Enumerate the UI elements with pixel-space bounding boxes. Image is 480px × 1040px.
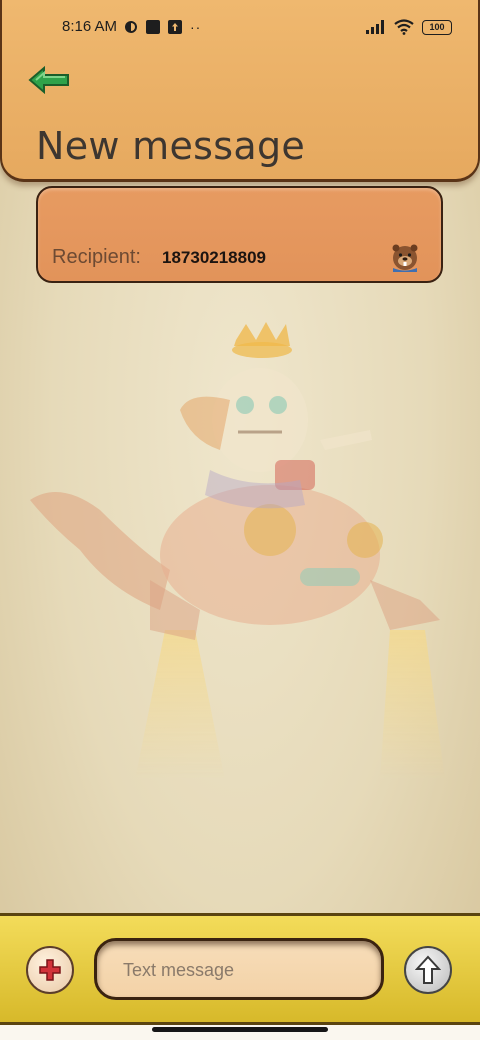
beaver-avatar-icon[interactable] <box>390 240 420 272</box>
recipient-card[interactable]: Recipient: 18730218809 <box>36 186 443 283</box>
app-notification-icon <box>146 20 160 34</box>
arrow-up-icon <box>415 955 441 984</box>
send-button[interactable] <box>404 946 452 994</box>
status-bar: 8:16 AM ·· 100 <box>2 14 480 42</box>
system-status: 100 <box>366 19 452 35</box>
signal-icon <box>366 20 384 34</box>
message-placeholder: Text message <box>123 960 235 980</box>
status-time: 8:16 AM <box>62 18 118 35</box>
plus-icon <box>39 959 61 981</box>
wifi-icon <box>394 19 414 35</box>
compose-bar: Text message <box>0 913 480 1025</box>
notification-icons: ·· <box>124 19 201 35</box>
background-mascot-art <box>30 322 445 780</box>
back-arrow-icon[interactable] <box>28 64 70 96</box>
more-icon: ·· <box>190 19 202 35</box>
add-attachment-button[interactable] <box>26 946 74 994</box>
home-indicator[interactable] <box>152 1027 328 1032</box>
vpn-icon <box>125 21 137 33</box>
recipient-number[interactable]: 18730218809 <box>162 248 266 268</box>
header: 8:16 AM ·· 100 New message <box>0 0 480 182</box>
upload-icon <box>168 20 182 34</box>
recipient-label: Recipient: <box>52 246 141 268</box>
message-input[interactable]: Text message <box>94 938 384 1000</box>
battery-icon: 100 <box>422 19 452 35</box>
page-title: New message <box>36 124 306 168</box>
